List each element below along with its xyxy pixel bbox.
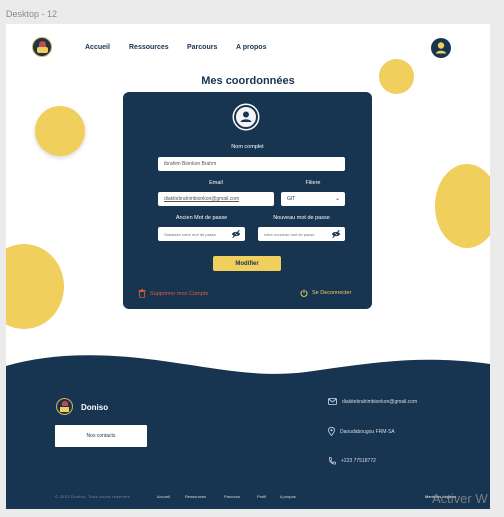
footer-logo[interactable] [56, 398, 73, 415]
old-password-label: Ancien Mot de passe [175, 215, 228, 221]
delete-account-link[interactable]: Supprimer mon Compte [138, 289, 208, 298]
decor-circle [35, 106, 85, 156]
footer-link-resources[interactable]: Ressources [185, 494, 206, 499]
decor-circle [435, 164, 490, 248]
footer-link-home[interactable]: Accueil [157, 494, 170, 499]
footer-phone-text: +223 77518772 [341, 458, 376, 464]
decor-circle [6, 244, 64, 329]
new-password-label: Nouveau mot de passe [273, 215, 330, 221]
footer-link-about[interactable]: A propos [280, 494, 296, 499]
user-icon [435, 42, 447, 54]
user-icon [240, 111, 252, 122]
avatar[interactable] [234, 105, 258, 129]
phone-icon [328, 457, 336, 465]
location-icon [328, 427, 335, 436]
nav-home-link[interactable]: Accueil [85, 44, 110, 51]
desktop-frame: Accueil Ressources Parcours A propos Mes… [6, 24, 490, 509]
footer-email[interactable]: diakitebrahimbionkon@gmail.com [328, 398, 417, 405]
old-password-wrapper [158, 227, 245, 241]
email-label: Email [209, 180, 223, 186]
frame-label: Desktop - 12 [6, 9, 58, 19]
contacts-button[interactable]: Nos contacts [55, 425, 147, 447]
filiere-select[interactable]: GIT ⌄ [281, 192, 345, 206]
delete-account-label: Supprimer mon Compte [150, 290, 209, 297]
footer-phone[interactable]: +223 77518772 [328, 457, 376, 465]
profile-button[interactable] [431, 38, 451, 58]
power-icon [300, 289, 308, 297]
footer-link-profile[interactable]: Profil [257, 494, 266, 499]
filiere-value: GIT [287, 196, 296, 202]
eye-slash-icon[interactable] [331, 229, 341, 239]
chevron-down-icon: ⌄ [334, 196, 340, 202]
footer-address-text: Daoudabougou FRM-SA [340, 428, 395, 435]
trash-icon [138, 289, 146, 298]
site-logo[interactable] [32, 37, 52, 57]
profile-card: Nom complet Email Filiere GIT ⌄ Ancien M… [123, 92, 372, 309]
full-name-label: Nom complet [231, 144, 264, 150]
mail-icon [328, 398, 337, 405]
eye-slash-icon[interactable] [231, 229, 241, 239]
page-title: Mes coordonnées [201, 75, 295, 87]
logout-label: Se Deconnecter [312, 290, 352, 296]
email-field[interactable] [158, 192, 274, 206]
footer-address: Daoudabougou FRM-SA [328, 427, 395, 436]
footer-link-courses[interactable]: Parcours [224, 494, 240, 499]
activation-watermark: Activer W [432, 491, 488, 506]
full-name-field[interactable] [158, 157, 345, 171]
footer-email-text: diakitebrahimbionkon@gmail.com [342, 398, 418, 405]
filiere-label: Filiere [305, 180, 321, 186]
logout-link[interactable]: Se Deconnecter [300, 289, 351, 297]
new-password-wrapper [258, 227, 345, 241]
nav-resources-link[interactable]: Ressources [129, 44, 169, 51]
save-button[interactable]: Modifier [213, 256, 281, 271]
nav-courses-link[interactable]: Parcours [187, 44, 217, 51]
nav-about-link[interactable]: A propos [236, 44, 266, 51]
footer-brand: Doniso [81, 403, 109, 412]
footer-copyright: © 2023 Doniso. Tous droits réservés [55, 494, 130, 499]
